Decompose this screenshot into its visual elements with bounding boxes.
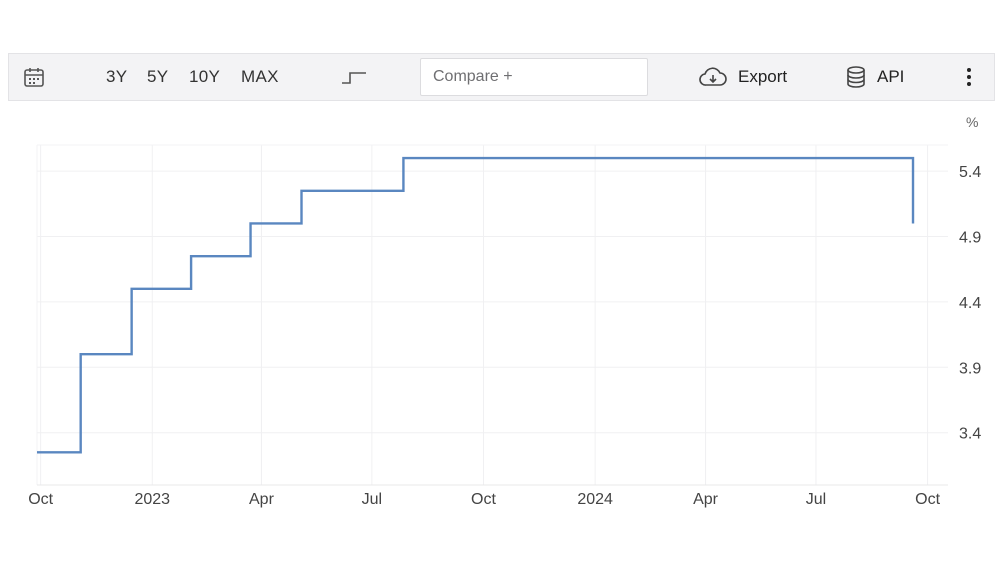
y-tick-label: 3.9 (959, 360, 981, 377)
series-line (37, 156, 915, 454)
y-tick-label: 3.4 (959, 426, 981, 443)
tick-labels: 3.4 3.9 4.4 4.9 5.4 Oct 2023 Apr Jul Oct 2024 Apr Ju… (28, 114, 981, 508)
grid-lines (37, 145, 948, 485)
series-layer (36, 156, 915, 454)
x-tick-label: Jul (362, 491, 382, 508)
x-tick-label: Oct (915, 491, 940, 508)
axes (36, 144, 948, 486)
x-tick-label: Jul (806, 491, 826, 508)
y-tick-label: 4.4 (959, 295, 981, 312)
x-tick-label: Apr (249, 491, 275, 508)
step-line-chart: 3.4 3.9 4.4 4.9 5.4 Oct 2023 Apr Jul Oct 2024 Apr Ju… (28, 114, 981, 508)
y-unit-label: % (966, 114, 978, 130)
x-tick-label: Oct (471, 491, 496, 508)
y-tick-label: 4.9 (959, 230, 981, 247)
x-tick-label: Oct (28, 491, 53, 508)
x-tick-label: Apr (693, 491, 719, 508)
x-tick-label: 2024 (577, 491, 613, 508)
chart-page: 3Y 5Y 10Y MAX Compare + Export API 3.4 3… (0, 0, 1000, 574)
y-tick-label: 5.4 (959, 164, 981, 181)
x-tick-label: 2023 (134, 491, 170, 508)
